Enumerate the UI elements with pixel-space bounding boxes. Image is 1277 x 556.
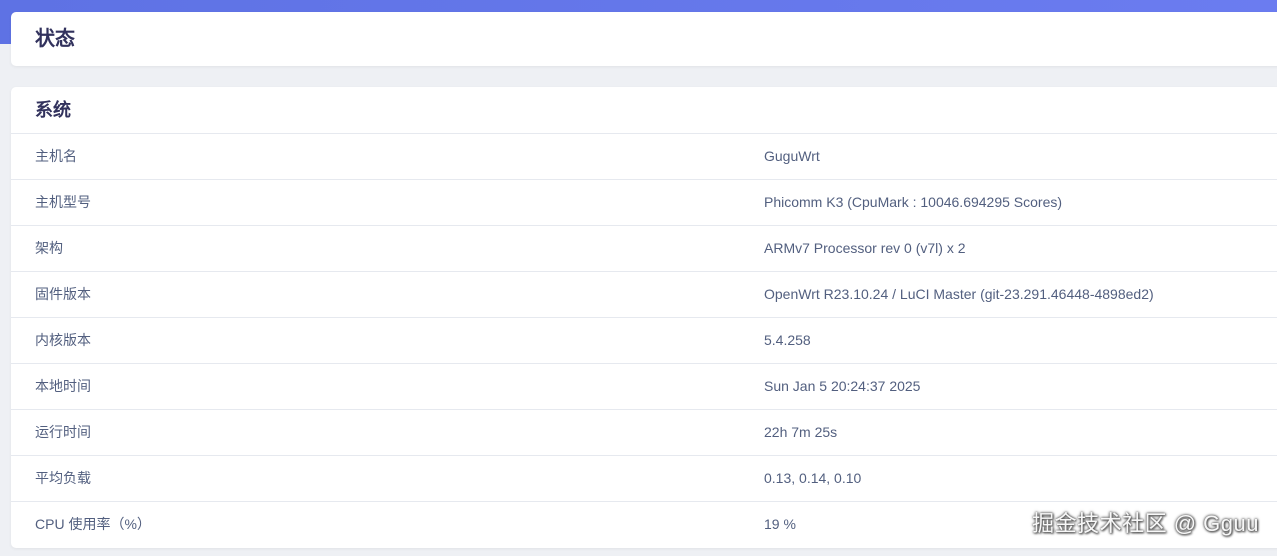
system-status-card: 系统 主机名 GuguWrt 主机型号 Phicomm K3 (CpuMark … <box>11 87 1277 548</box>
row-label: CPU 使用率（%） <box>35 516 151 532</box>
watermark-text: 掘金技术社区 @ Gguu <box>1032 511 1259 536</box>
table-row-localtime: 本地时间 Sun Jan 5 20:24:37 2025 <box>11 364 1277 410</box>
table-row-architecture: 架构 ARMv7 Processor rev 0 (v7l) x 2 <box>11 226 1277 272</box>
table-row-load-average: 平均负载 0.13, 0.14, 0.10 <box>11 456 1277 502</box>
row-value: Sun Jan 5 20:24:37 2025 <box>764 378 921 394</box>
row-label: 平均负载 <box>35 470 91 486</box>
table-row-firmware: 固件版本 OpenWrt R23.10.24 / LuCI Master (gi… <box>11 272 1277 318</box>
section-title: 系统 <box>35 100 71 120</box>
table-row-model: 主机型号 Phicomm K3 (CpuMark : 10046.694295 … <box>11 180 1277 226</box>
row-value: 19 % <box>764 516 796 532</box>
row-value: 5.4.258 <box>764 332 811 348</box>
row-label: 固件版本 <box>35 286 91 302</box>
row-value: ARMv7 Processor rev 0 (v7l) x 2 <box>764 240 966 256</box>
table-row-kernel: 内核版本 5.4.258 <box>11 318 1277 364</box>
row-label: 运行时间 <box>35 424 91 440</box>
page-title-card: 状态 <box>11 12 1277 66</box>
table-row-uptime: 运行时间 22h 7m 25s <box>11 410 1277 456</box>
section-header: 系统 <box>11 87 1277 134</box>
row-value: Phicomm K3 (CpuMark : 10046.694295 Score… <box>764 194 1063 210</box>
row-value: GuguWrt <box>764 148 820 164</box>
row-label: 内核版本 <box>35 332 91 348</box>
row-label: 本地时间 <box>35 378 91 394</box>
row-value: OpenWrt R23.10.24 / LuCI Master (git-23.… <box>764 286 1154 302</box>
row-label: 主机型号 <box>35 194 91 210</box>
row-label: 架构 <box>35 240 63 256</box>
row-value: 0.13, 0.14, 0.10 <box>764 470 862 486</box>
row-value: 22h 7m 25s <box>764 424 838 440</box>
page-title: 状态 <box>35 28 75 50</box>
system-info-table: 主机名 GuguWrt 主机型号 Phicomm K3 (CpuMark : 1… <box>11 134 1277 547</box>
table-row-hostname: 主机名 GuguWrt <box>11 134 1277 180</box>
row-label: 主机名 <box>35 148 77 164</box>
